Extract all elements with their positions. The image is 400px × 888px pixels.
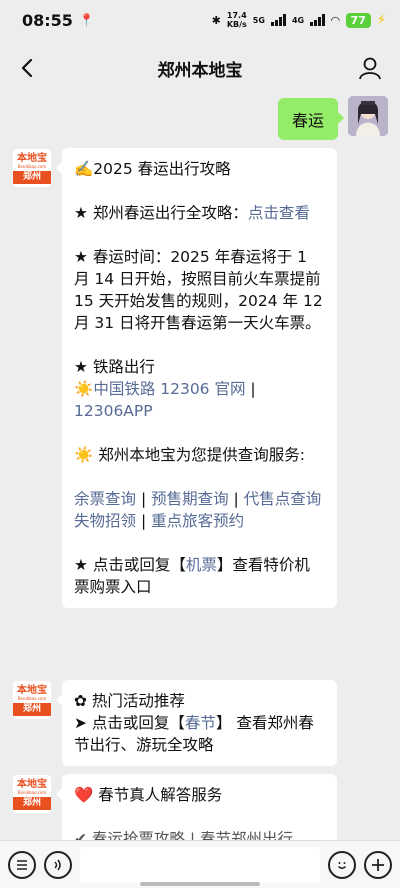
incoming-message: 本地宝 Bendibao.com 郑州 ✍️2025 春运出行攻略 ★ 郑州春运… bbox=[12, 148, 337, 608]
activity-line: ➤ 点击或回复【春节】 查看郑州春节出行、游玩全攻略 bbox=[74, 714, 314, 754]
menu-list-icon[interactable] bbox=[8, 850, 36, 879]
guide-line: ★ 郑州春运出行全攻略：点击查看 bbox=[74, 204, 310, 222]
chat-area[interactable]: 春运 本地宝 Bendibao.com 郑州 ✍️2025 春运出行攻略 ★ 郑… bbox=[0, 96, 400, 840]
battery-icon: 77 bbox=[345, 12, 371, 28]
link-agent-query[interactable]: 代售点查询 bbox=[244, 490, 322, 508]
back-arrow-icon[interactable] bbox=[14, 54, 42, 82]
link-air-ticket[interactable]: 机票 bbox=[186, 556, 217, 574]
wifi-icon: ◠ bbox=[331, 13, 340, 27]
service-heading: ❤️ 春节真人解答服务 bbox=[74, 786, 223, 804]
status-bar: 08:55 📍 ✱ 17.4 KB/s 5G 4G ◠ 77 ⚡ bbox=[0, 0, 400, 40]
emoji-icon[interactable] bbox=[328, 850, 356, 879]
link-12306-site[interactable]: 中国铁路 12306 官网 bbox=[93, 380, 245, 398]
message-bubble: ✍️2025 春运出行攻略 ★ 郑州春运出行全攻略：点击查看 ★ 春运时间：20… bbox=[56, 148, 337, 608]
link-priority-passenger[interactable]: 重点旅客预约 bbox=[151, 512, 244, 530]
user-profile-icon[interactable] bbox=[356, 54, 384, 82]
signal-label-2: 4G bbox=[291, 15, 305, 25]
rail-title: ★ 铁路出行 bbox=[74, 358, 155, 376]
my-avatar[interactable] bbox=[348, 96, 388, 136]
link-ticket-query[interactable]: 余票查询 bbox=[74, 490, 136, 508]
bendibao-avatar[interactable]: 本地宝 Bendibao.com 郑州 bbox=[12, 148, 52, 188]
service-links-2: 失物招领 | 重点旅客预约 bbox=[74, 512, 245, 530]
link-presale-query[interactable]: 预售期查询 bbox=[151, 490, 229, 508]
message-bubble-2: ✿ 热门活动推荐 ➤ 点击或回复【春节】 查看郑州春节出行、游玩全攻略 bbox=[56, 680, 337, 766]
nav-bar: 郑州本地宝 bbox=[0, 40, 400, 96]
charging-icon: ⚡ bbox=[376, 12, 386, 28]
bendibao-avatar-3[interactable]: 本地宝 Bendibao.com 郑州 bbox=[12, 774, 52, 814]
incoming-message-3: 本地宝 Bendibao.com 郑州 ❤️ 春节真人解答服务 ✔ 春运抢票攻略… bbox=[12, 774, 337, 840]
message-bubble-3: ❤️ 春节真人解答服务 ✔ 春运抢票攻略 | 春节郑州出行 bbox=[56, 774, 337, 840]
voice-icon[interactable] bbox=[44, 850, 72, 879]
air-ticket-line: ★ 点击或回复【机票】查看特价机票购票入口 bbox=[74, 556, 310, 596]
time-text: ★ 春运时间：2025 年春运将于 1 月 14 日开始，按照目前火车票提前15… bbox=[74, 248, 323, 332]
bluetooth-icon: ✱ bbox=[211, 13, 221, 27]
link-12306-app[interactable]: 12306APP bbox=[74, 402, 153, 420]
rail-links: ☀️中国铁路 12306 官网 | 12306APP bbox=[74, 380, 256, 420]
home-indicator[interactable] bbox=[140, 882, 260, 886]
status-icons: ✱ 17.4 KB/s 5G 4G ◠ 77 ⚡ bbox=[212, 11, 386, 29]
partial-line: ✔ 春运抢票攻略 | 春节郑州出行 bbox=[74, 830, 293, 840]
signal-2-icon bbox=[310, 14, 326, 26]
message-title: ✍️2025 春运出行攻略 bbox=[74, 160, 231, 178]
sun-icon: ☀️ bbox=[74, 380, 94, 398]
input-bar bbox=[0, 840, 400, 888]
signal-1-icon bbox=[270, 14, 286, 26]
message-input[interactable] bbox=[80, 846, 320, 883]
outgoing-bubble[interactable]: 春运 bbox=[277, 98, 345, 140]
activity-title: ✿ 热门活动推荐 bbox=[74, 692, 185, 710]
plus-icon[interactable] bbox=[364, 850, 392, 879]
incoming-message-2: 本地宝 Bendibao.com 郑州 ✿ 热门活动推荐 ➤ 点击或回复【春节】… bbox=[12, 680, 337, 766]
bendibao-avatar-2[interactable]: 本地宝 Bendibao.com 郑州 bbox=[12, 680, 52, 720]
outgoing-message: 春运 bbox=[277, 96, 388, 140]
chat-title: 郑州本地宝 bbox=[157, 60, 243, 81]
service-title: ☀️ 郑州本地宝为您提供查询服务: bbox=[74, 446, 305, 464]
link-lost-found[interactable]: 失物招领 bbox=[74, 512, 136, 530]
link-spring-festival[interactable]: 春节 bbox=[185, 714, 216, 732]
status-time: 08:55 bbox=[22, 10, 73, 30]
net-speed: 17.4 KB/s bbox=[226, 11, 247, 29]
location-icon: 📍 bbox=[78, 13, 94, 27]
service-links: 余票查询 | 预售期查询 | 代售点查询 bbox=[74, 490, 322, 508]
guide-link[interactable]: 点击查看 bbox=[248, 204, 310, 222]
signal-label-1: 5G bbox=[252, 15, 265, 25]
